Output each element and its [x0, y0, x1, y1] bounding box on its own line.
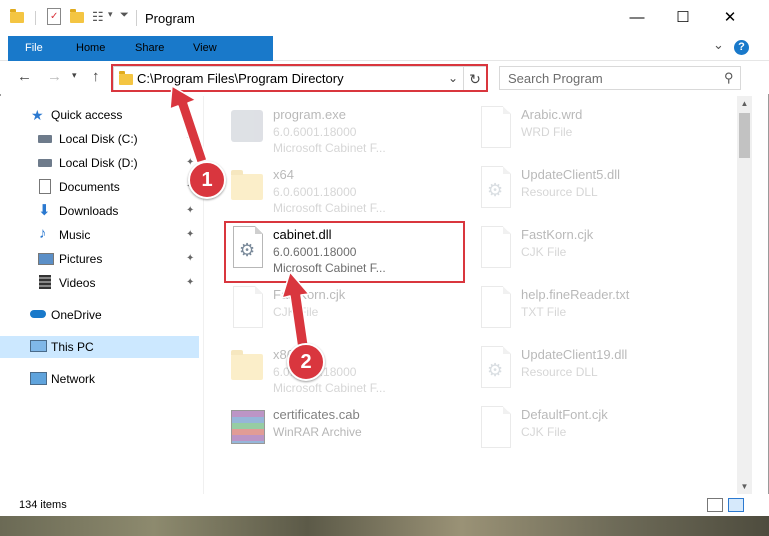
arrow-1-icon	[169, 85, 208, 164]
arrow-2-icon	[281, 271, 310, 352]
step-badge-2: 2	[287, 343, 325, 381]
step-badge-1: 1	[188, 161, 226, 199]
annotation-arrows	[169, 85, 310, 352]
